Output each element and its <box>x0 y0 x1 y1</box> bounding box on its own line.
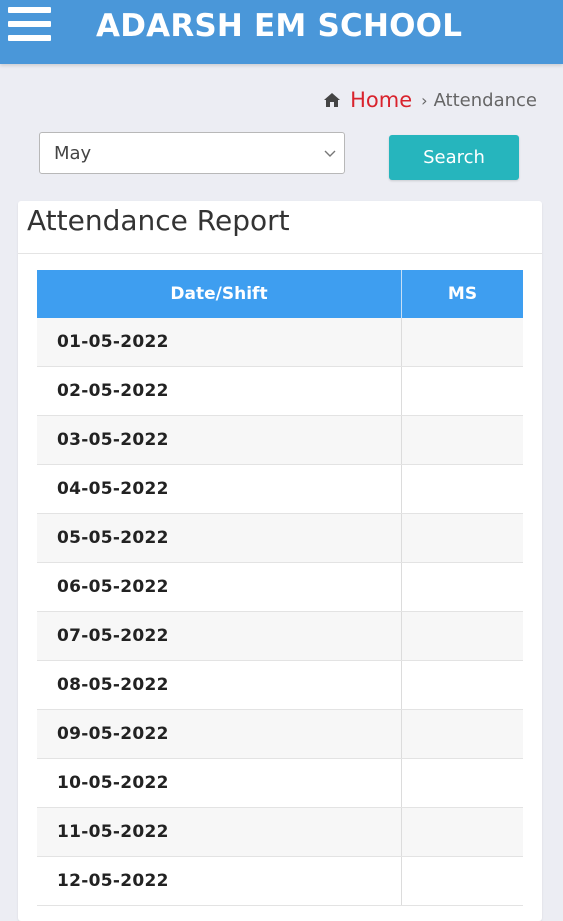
home-icon <box>324 93 341 107</box>
ms-cell <box>401 807 523 857</box>
date-cell: 03-05-2022 <box>37 415 402 465</box>
ms-cell <box>401 709 523 759</box>
table-row: 07-05-2022 <box>37 611 523 661</box>
date-cell: 05-05-2022 <box>37 513 402 563</box>
table-row: 03-05-2022 <box>37 415 523 465</box>
app-title: ADARSH EM SCHOOL <box>96 8 463 44</box>
table-row: 09-05-2022 <box>37 709 523 759</box>
ms-cell <box>401 464 523 514</box>
breadcrumb: Home › Attendance <box>323 88 537 112</box>
app-header: ADARSH EM SCHOOL <box>0 0 563 64</box>
table-row: 11-05-2022 <box>37 807 523 857</box>
breadcrumb-home-link[interactable]: Home <box>350 88 412 112</box>
table-row: 06-05-2022 <box>37 562 523 612</box>
table-row: 01-05-2022 <box>37 318 523 367</box>
ms-cell <box>401 660 523 710</box>
ms-cell <box>401 318 523 367</box>
hamburger-menu-icon[interactable] <box>8 7 52 41</box>
ms-cell <box>401 611 523 661</box>
date-cell: 02-05-2022 <box>37 366 402 416</box>
month-select[interactable]: May <box>39 132 345 174</box>
month-select-value: May <box>54 142 92 164</box>
ms-cell <box>401 562 523 612</box>
attendance-table: Date/Shift MS 01-05-2022 02-05-2022 03-05-… <box>37 270 523 906</box>
column-header-ms: MS <box>401 270 523 318</box>
card-divider <box>18 253 542 254</box>
column-header-date-shift: Date/Shift <box>37 270 402 318</box>
chevron-down-icon <box>324 150 336 157</box>
table-row: 05-05-2022 <box>37 513 523 563</box>
ms-cell <box>401 366 523 416</box>
date-cell: 11-05-2022 <box>37 807 402 857</box>
search-button[interactable]: Search <box>389 135 519 180</box>
date-cell: 06-05-2022 <box>37 562 402 612</box>
ms-cell <box>401 513 523 563</box>
table-row: 10-05-2022 <box>37 758 523 808</box>
date-cell: 04-05-2022 <box>37 464 402 514</box>
table-header-row: Date/Shift MS <box>37 270 523 318</box>
date-cell: 09-05-2022 <box>37 709 402 759</box>
date-cell: 08-05-2022 <box>37 660 402 710</box>
date-cell: 01-05-2022 <box>37 318 402 367</box>
breadcrumb-current: Attendance <box>433 89 537 111</box>
date-cell: 12-05-2022 <box>37 856 402 906</box>
table-row: 02-05-2022 <box>37 366 523 416</box>
breadcrumb-separator: › <box>421 90 428 110</box>
date-cell: 07-05-2022 <box>37 611 402 661</box>
ms-cell <box>401 856 523 906</box>
attendance-report-card: Attendance Report Date/Shift MS 01-05-20… <box>18 201 542 921</box>
ms-cell <box>401 415 523 465</box>
table-row: 12-05-2022 <box>37 856 523 906</box>
report-title: Attendance Report <box>27 204 290 237</box>
table-row: 08-05-2022 <box>37 660 523 710</box>
table-row: 04-05-2022 <box>37 464 523 514</box>
date-cell: 10-05-2022 <box>37 758 402 808</box>
ms-cell <box>401 758 523 808</box>
